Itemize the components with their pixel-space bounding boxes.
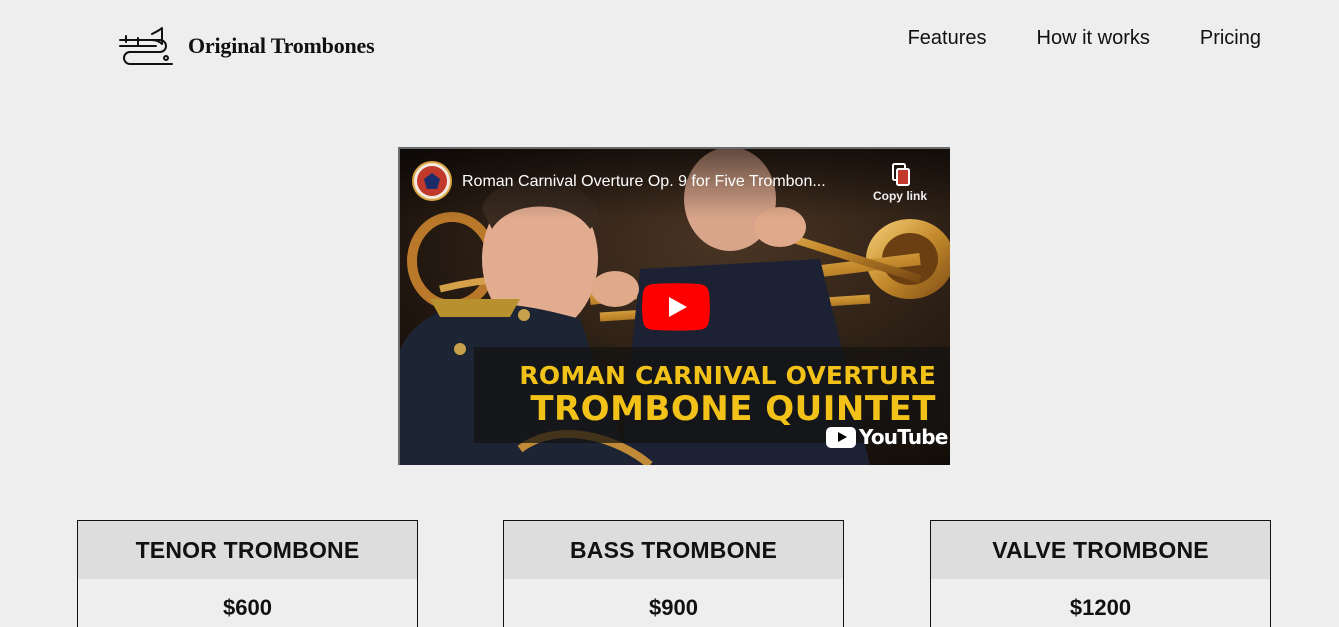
brand-logo[interactable]: Original Trombones xyxy=(116,26,375,66)
video-title[interactable]: Roman Carnival Overture Op. 9 for Five T… xyxy=(462,172,862,192)
overlay-title-line-1: ROMAN CARNIVAL OVERTURE xyxy=(519,361,936,390)
main-nav: Features How it works Pricing xyxy=(908,26,1261,50)
card-title: BASS TROMBONE xyxy=(504,521,843,579)
copy-link-label: Copy link xyxy=(872,189,927,203)
card-price: $600 xyxy=(223,595,272,620)
trombone-icon xyxy=(119,27,173,65)
pricing-card-tenor: TENOR TROMBONE $600 xyxy=(77,520,418,627)
nav-link-pricing[interactable]: Pricing xyxy=(1200,26,1261,50)
card-price: $1200 xyxy=(1069,595,1132,620)
youtube-play-icon xyxy=(826,426,856,448)
overlay-title-line-2: TROMBONE QUINTET xyxy=(530,389,936,429)
brand-name: Original Trombones xyxy=(188,33,375,58)
pricing-card-bass: BASS TROMBONE $900 xyxy=(503,520,844,627)
youtube-wordmark: YouTube xyxy=(859,425,948,449)
copy-icon xyxy=(892,163,910,186)
card-title: VALVE TROMBONE xyxy=(931,521,1270,579)
nav-link-how-it-works[interactable]: How it works xyxy=(1037,26,1150,50)
pricing-card-valve: VALVE TROMBONE $1200 xyxy=(930,520,1271,627)
channel-emblem-icon xyxy=(417,166,447,196)
site-header: Original Trombones Features How it works… xyxy=(0,0,1339,90)
nav-link-features[interactable]: Features xyxy=(908,26,987,50)
pricing-section: TENOR TROMBONE $600 BASS TROMBONE $900 V… xyxy=(0,520,1339,627)
channel-avatar[interactable] xyxy=(412,161,452,201)
card-price: $900 xyxy=(649,595,698,620)
card-title: TENOR TROMBONE xyxy=(78,521,417,579)
copy-link-button[interactable]: Copy link xyxy=(870,161,930,213)
play-icon xyxy=(642,283,710,331)
play-button[interactable] xyxy=(642,283,710,331)
video-embed[interactable]: Roman Carnival Overture Op. 9 for Five T… xyxy=(398,147,950,465)
youtube-logo[interactable]: YouTube xyxy=(826,425,948,449)
